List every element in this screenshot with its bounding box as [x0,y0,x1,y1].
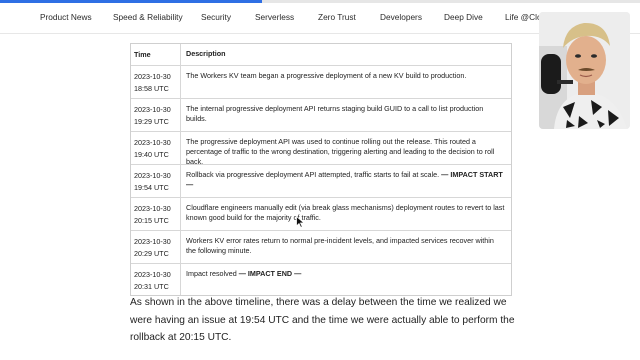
row-description: Workers KV error rates return to normal … [186,236,494,255]
row-date: 2023-10-30 [134,270,171,279]
row-description: Cloudflare engineers manually edit (via … [186,203,505,222]
nav-item-zero-trust[interactable]: Zero Trust [318,12,356,22]
row-description: The internal progressive deployment API … [186,104,484,123]
table-row: 2023-10-30 20:15 UTC Cloudflare engineer… [131,197,511,230]
impact-end-marker: — IMPACT END — [238,269,302,278]
row-time: 20:31 UTC [134,282,169,291]
row-date: 2023-10-30 [134,138,171,147]
time-cell: 2023-10-30 18:58 UTC [131,66,181,98]
webcam-overlay [539,12,630,129]
row-time: 20:29 UTC [134,249,169,258]
table-row: 2023-10-30 19:29 UTC The internal progre… [131,98,511,131]
description-cell: Cloudflare engineers manually edit (via … [181,198,511,230]
nav-item-product-news[interactable]: Product News [40,12,92,22]
row-time: 19:54 UTC [134,183,169,192]
description-cell: The Workers KV team began a progressive … [181,66,511,98]
nav-item-serverless[interactable]: Serverless [255,12,294,22]
table-row: 2023-10-30 20:31 UTC Impact resolved — I… [131,263,511,295]
incident-timeline-table: Time Description 2023-10-30 18:58 UTC Th… [130,43,512,296]
row-description: The progressive deployment API was used … [186,137,495,166]
header-description: Description [186,49,226,58]
description-cell: The progressive deployment API was used … [181,132,511,166]
nav-item-deep-dive[interactable]: Deep Dive [444,12,483,22]
description-cell: The internal progressive deployment API … [181,99,511,131]
table-row: 2023-10-30 19:54 UTC Rollback via progre… [131,164,511,197]
browser-page: Product News Speed & Reliability Securit… [0,0,640,360]
row-time: 18:58 UTC [134,84,169,93]
description-cell: Rollback via progressive deployment API … [181,165,511,197]
time-cell: 2023-10-30 19:29 UTC [131,99,181,131]
row-time: 19:40 UTC [134,150,169,159]
table-row: 2023-10-30 18:58 UTC The Workers KV team… [131,65,511,98]
row-description: Rollback via progressive deployment API … [186,170,440,179]
nav-item-developers[interactable]: Developers [380,12,422,22]
time-cell: 2023-10-30 19:40 UTC [131,132,181,164]
row-description: Impact resolved [186,269,237,278]
table-header-row: Time Description [131,44,511,65]
row-date: 2023-10-30 [134,237,171,246]
description-cell: Workers KV error rates return to normal … [181,231,511,263]
time-cell: 2023-10-30 20:31 UTC [131,264,181,295]
row-description: The Workers KV team began a progressive … [186,71,467,80]
nav-item-speed-reliability[interactable]: Speed & Reliability [113,12,183,22]
time-cell: 2023-10-30 20:29 UTC [131,231,181,263]
description-cell: Impact resolved — IMPACT END — [181,264,511,295]
header-time: Time [131,44,181,65]
table-row: 2023-10-30 19:40 UTC The progressive dep… [131,131,511,166]
row-date: 2023-10-30 [134,171,171,180]
row-date: 2023-10-30 [134,72,171,81]
time-cell: 2023-10-30 19:54 UTC [131,165,181,197]
row-time: 20:15 UTC [134,216,169,225]
row-date: 2023-10-30 [134,105,171,114]
table-row: 2023-10-30 20:29 UTC Workers KV error ra… [131,230,511,263]
row-time: 19:29 UTC [134,117,169,126]
row-date: 2023-10-30 [134,204,171,213]
nav-item-security[interactable]: Security [201,12,231,22]
time-cell: 2023-10-30 20:15 UTC [131,198,181,230]
article-paragraph: As shown in the above timeline, there wa… [130,297,515,343]
